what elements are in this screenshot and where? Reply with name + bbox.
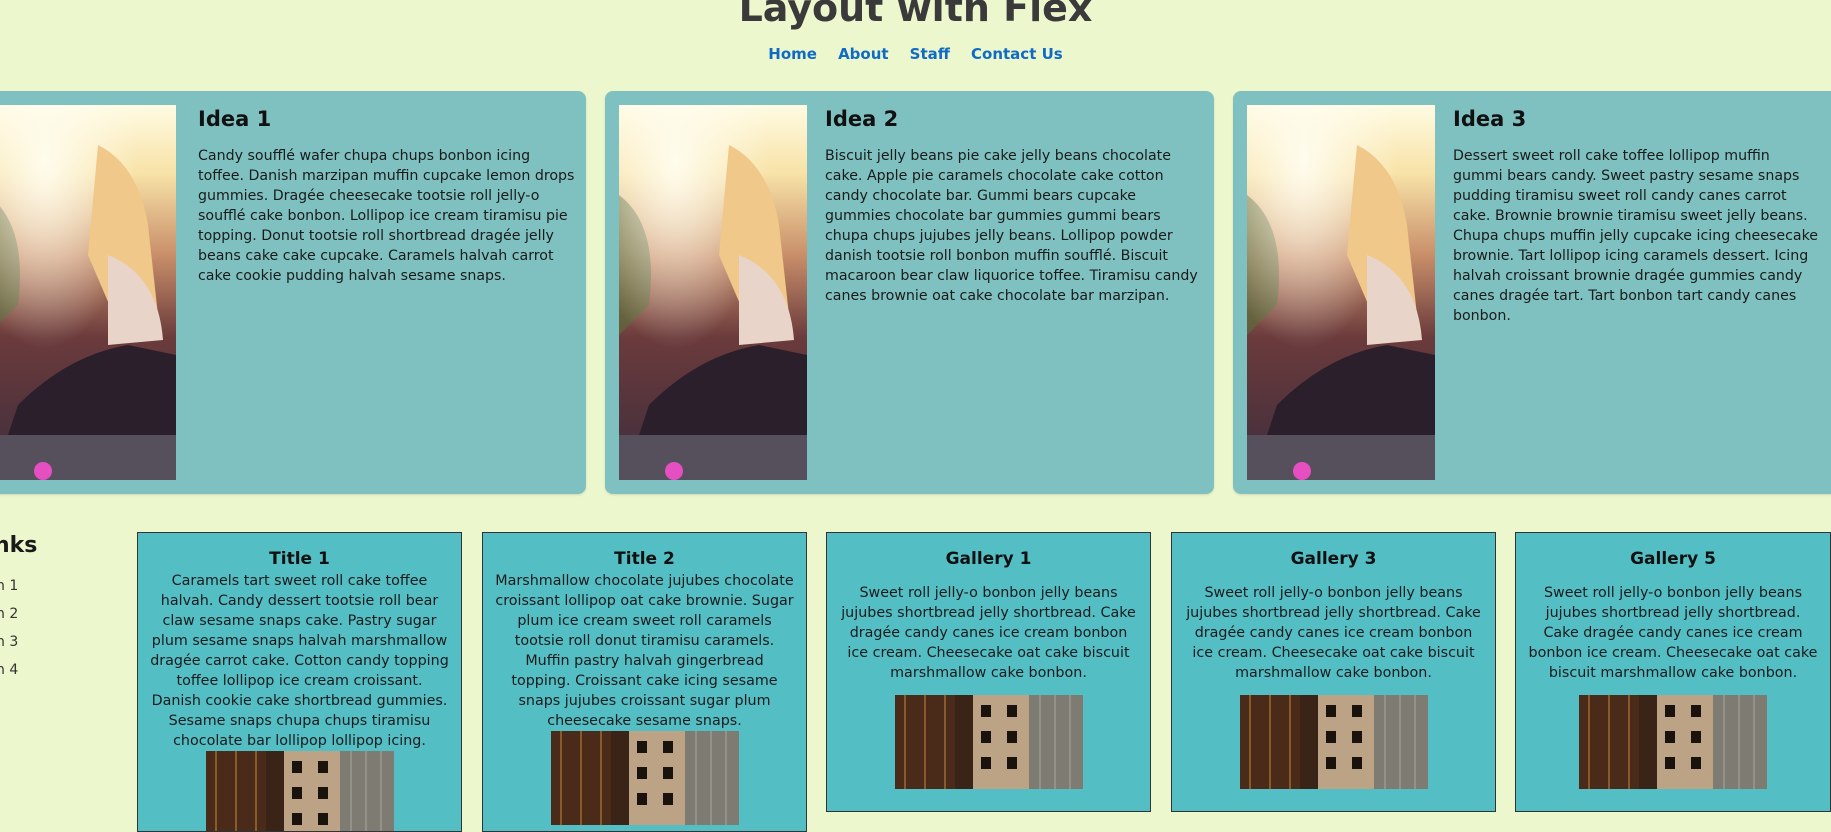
idea-photo [1247,105,1435,480]
box-text: Sweet roll jelly-o bonbon jelly beans ju… [841,585,1136,681]
gallery-image [1579,695,1767,789]
content-box-title-1: Title 1 Caramels tart sweet roll cake to… [137,532,462,832]
idea-title: Idea 2 [825,107,899,131]
main-nav: Home About Staff Contact Us [0,44,1831,63]
sidebar-heading: nks [0,533,38,558]
page-title: Layout with Flex [738,0,1093,30]
nav-link-home[interactable]: Home [768,45,817,63]
content-box-title-2: Title 2 Marshmallow chocolate jujubes ch… [482,532,807,832]
idea-text: Biscuit jelly beans pie cake jelly beans… [825,148,1198,304]
box-text: Sweet roll jelly-o bonbon jelly beans ju… [1528,585,1818,681]
idea-title: Idea 1 [198,107,272,131]
box-title: Gallery 3 [1290,549,1377,569]
box-title: Title 2 [614,549,675,569]
nav-link-contact[interactable]: Contact Us [971,45,1063,63]
box-title: Gallery 1 [945,549,1032,569]
gallery-box-5: Gallery 5 Sweet roll jelly-o bonbon jell… [1515,532,1831,812]
sidebar-item[interactable]: n 4 [0,656,18,684]
gallery-image [894,695,1083,789]
box-image [550,731,739,825]
gallery-box-1: Gallery 1 Sweet roll jelly-o bonbon jell… [826,532,1151,812]
idea-title: Idea 3 [1453,107,1527,131]
idea-text: Dessert sweet roll cake toffee lollipop … [1453,148,1819,324]
gallery-box-3: Gallery 3 Sweet roll jelly-o bonbon jell… [1171,532,1496,812]
gallery-image [1239,695,1428,789]
idea-photo [619,105,807,480]
box-image [205,751,394,831]
idea-photo [0,105,176,480]
sidebar-item[interactable]: n 3 [0,628,18,656]
idea-text: Candy soufflé wafer chupa chups bonbon i… [198,148,575,284]
box-title: Title 1 [269,549,330,569]
box-text: Marshmallow chocolate jujubes chocolate … [495,573,794,729]
sidebar-item[interactable]: n 2 [0,600,18,628]
nav-link-staff[interactable]: Staff [910,45,950,63]
box-title: Gallery 5 [1630,549,1716,569]
box-text: Sweet roll jelly-o bonbon jelly beans ju… [1186,585,1481,681]
box-text: Caramels tart sweet roll cake toffee hal… [150,573,449,749]
sidebar-item[interactable]: n 1 [0,572,18,600]
sidebar-list: n 1 n 2 n 3 n 4 [0,572,18,684]
nav-link-about[interactable]: About [838,45,889,63]
